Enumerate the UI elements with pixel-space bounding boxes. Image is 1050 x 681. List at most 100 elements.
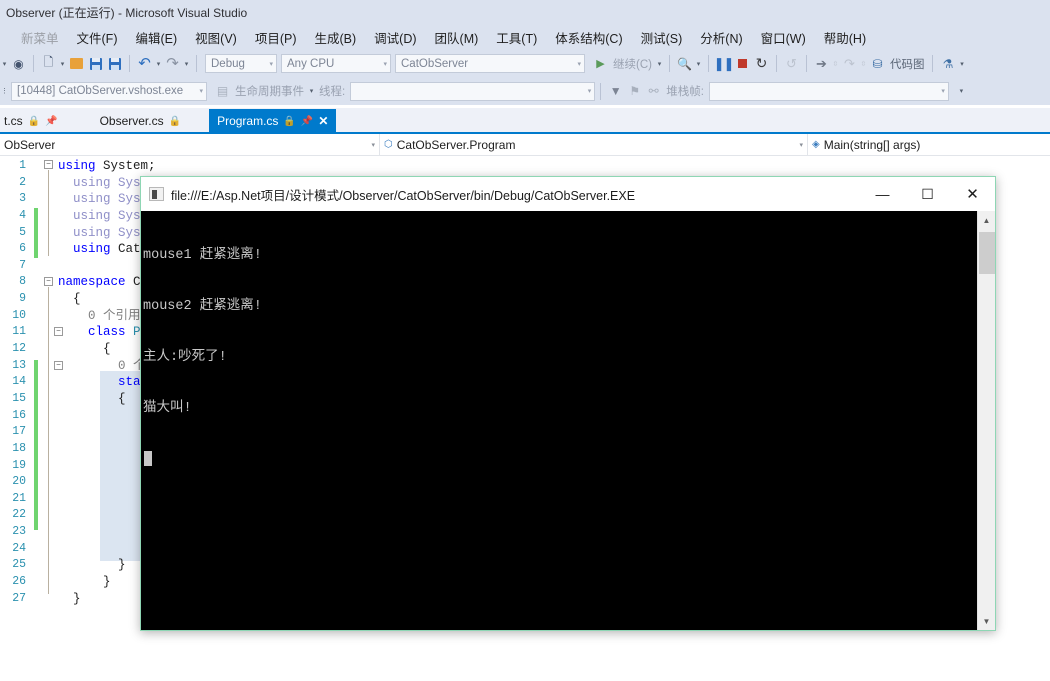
redo-icon[interactable]: ↷ <box>163 54 182 73</box>
menu-item-view[interactable]: 视图(V) <box>186 26 246 49</box>
console-output: mouse1 赶紧逃离! mouse2 赶紧逃离! 主人:吵死了! 猫大叫! <box>141 211 977 630</box>
method-icon: ◈ <box>812 139 820 150</box>
tab-observer-cs[interactable]: Observer.cs 🔒 <box>91 109 190 133</box>
navigate-backward-icon[interactable]: ◉ <box>9 54 28 73</box>
scroll-up-icon[interactable]: ▲ <box>978 211 996 229</box>
intellitrace-icon[interactable]: ⚗ <box>938 54 957 73</box>
document-tab-strip: t.cs 🔒 📌 Observer.cs 🔒 Program.cs 🔒 📌 ✕ <box>0 108 1050 133</box>
line-number: 1 <box>19 159 26 172</box>
console-body[interactable]: mouse1 赶紧逃离! mouse2 赶紧逃离! 主人:吵死了! 猫大叫! ▲… <box>141 211 995 630</box>
menu-item-analyze[interactable]: 分析(N) <box>691 26 751 49</box>
console-window-controls: — ☐ ✕ <box>860 177 995 211</box>
console-window[interactable]: file:///E:/Asp.Net项目/设计模式/Observer/CatOb… <box>140 176 996 631</box>
lifecycle-events-label[interactable]: 生命周期事件 <box>232 83 307 99</box>
line-number: 4 <box>19 208 26 222</box>
member-dropdown[interactable]: ◈ Main(string[] args) <box>808 134 1050 155</box>
undo-icon[interactable]: ↶ <box>135 54 154 73</box>
outline-toggle-namespace[interactable]: − <box>44 277 53 286</box>
maximize-button[interactable]: ☐ <box>905 177 950 211</box>
scrollbar-track[interactable] <box>978 229 996 612</box>
restart-icon[interactable]: ↻ <box>752 54 771 73</box>
line-number: 15 <box>12 391 26 405</box>
thread-combo[interactable]: ▾ <box>350 81 596 101</box>
menu-item-help[interactable]: 帮助(H) <box>815 26 875 49</box>
menu-item-build[interactable]: 生成(B) <box>306 26 366 49</box>
toolbar-overflow-caret-left[interactable]: ▾ <box>0 60 9 68</box>
lock-icon: 🔒 <box>283 115 296 127</box>
attach-caret[interactable]: ▾ <box>694 60 703 68</box>
continue-caret[interactable]: ▾ <box>655 60 664 68</box>
title-bar: Observer (正在运行) - Microsoft Visual Studi… <box>0 0 1050 24</box>
save-icon[interactable] <box>86 54 105 73</box>
stop-debugging-icon[interactable] <box>733 54 752 73</box>
close-icon[interactable]: ✕ <box>318 114 328 128</box>
line-number: 3 <box>19 192 26 206</box>
code-map-icon[interactable]: ⛁ <box>868 54 887 73</box>
console-app-icon <box>149 187 164 201</box>
menu-item-edit[interactable]: 编辑(E) <box>126 26 186 49</box>
open-file-icon[interactable] <box>67 54 86 73</box>
process-combo[interactable]: [10448] CatObServer.vshost.exe ▾ <box>11 81 207 101</box>
thread-flags-icon[interactable]: ⚯ <box>644 82 663 101</box>
save-all-icon[interactable] <box>105 54 124 73</box>
scroll-down-icon[interactable]: ▼ <box>978 612 996 630</box>
menu-item-tools[interactable]: 工具(T) <box>487 26 546 49</box>
continue-button[interactable]: 继续(C) <box>610 56 655 72</box>
outlining-column[interactable]: − − − − <box>44 156 63 681</box>
startup-project-combo[interactable]: CatObServer ▾ <box>395 54 585 73</box>
new-project-caret[interactable]: ▾ <box>58 60 67 68</box>
outline-toggle-usings[interactable]: − <box>44 160 53 169</box>
console-line: 主人:吵死了! <box>143 350 227 365</box>
menu-item-architecture[interactable]: 体系结构(C) <box>546 26 631 49</box>
filter-icon[interactable]: ▼ <box>606 82 625 101</box>
menu-item-project[interactable]: 项目(P) <box>246 26 306 49</box>
debug-toolbar-handle[interactable]: ⋮ <box>0 87 9 95</box>
menu-item-test[interactable]: 测试(S) <box>632 26 692 49</box>
lock-icon: 🔒 <box>168 115 182 127</box>
stackframe-combo[interactable]: ▾ <box>708 81 949 101</box>
menu-item-debug[interactable]: 调试(D) <box>365 26 425 49</box>
lock-icon: 🔒 <box>27 115 41 127</box>
lifecycle-caret[interactable]: ▾ <box>307 87 316 95</box>
console-title-bar[interactable]: file:///E:/Asp.Net项目/设计模式/Observer/CatOb… <box>141 177 995 211</box>
menu-item-team[interactable]: 团队(M) <box>426 26 488 49</box>
step-into-icon[interactable]: ➔ <box>812 54 831 73</box>
member-name: Main(string[] args) <box>823 137 921 152</box>
lifecycle-events-icon[interactable]: ▤ <box>213 82 232 101</box>
close-button[interactable]: ✕ <box>950 177 995 211</box>
minimize-button[interactable]: — <box>860 177 905 211</box>
window-title: Observer (正在运行) - Microsoft Visual Studi… <box>6 5 248 20</box>
line-number: 13 <box>12 358 26 372</box>
flag-filter-icon[interactable]: ⚑ <box>625 82 644 101</box>
step-over-icon[interactable]: ↷ <box>840 54 859 73</box>
break-all-icon[interactable]: ❚❚ <box>714 54 735 73</box>
undo-caret[interactable]: ▾ <box>154 60 163 68</box>
pin-icon[interactable]: 📌 <box>301 116 313 127</box>
code-map-button[interactable]: 代码图 <box>887 56 928 72</box>
pin-icon[interactable]: 📌 <box>45 116 57 127</box>
console-line: mouse2 赶紧逃离! <box>143 299 262 314</box>
attach-to-process-icon[interactable]: 🔍 <box>675 54 694 73</box>
solution-platform-combo[interactable]: Any CPU ▾ <box>281 54 391 73</box>
continue-play-icon[interactable]: ▶ <box>591 54 610 73</box>
toolbar-overflow-caret-right[interactable]: ▾ <box>957 60 966 68</box>
project-dropdown[interactable]: ObServer ▾ <box>0 134 380 155</box>
tab-program-cs[interactable]: Program.cs 🔒 📌 ✕ <box>209 109 337 133</box>
chevron-down-icon: ▾ <box>269 60 273 68</box>
console-scrollbar[interactable]: ▲ ▼ <box>977 211 995 630</box>
debug-toolbar-overflow-caret[interactable]: ▾ <box>957 87 966 95</box>
step-into-caret[interactable]: ⇳ <box>831 60 840 68</box>
redo-caret[interactable]: ▾ <box>182 60 191 68</box>
tab-t-cs[interactable]: t.cs 🔒 📌 <box>0 109 66 133</box>
menu-item-window[interactable]: 窗口(W) <box>752 26 815 49</box>
menu-item-file[interactable]: 文件(F) <box>68 26 127 49</box>
new-project-icon[interactable]: 🗋 <box>39 54 58 73</box>
toolbar-divider <box>805 55 807 72</box>
solution-configuration-combo[interactable]: Debug ▾ <box>205 54 277 73</box>
menu-item-new[interactable]: 新菜单 <box>12 26 68 49</box>
type-dropdown[interactable]: ⬡ CatObServer.Program ▾ <box>380 134 808 155</box>
show-next-statement-icon[interactable]: ↺ <box>782 54 801 73</box>
tab-label: t.cs <box>4 114 23 128</box>
scrollbar-thumb[interactable] <box>978 232 995 274</box>
step-over-caret[interactable]: ⇳ <box>859 60 868 68</box>
